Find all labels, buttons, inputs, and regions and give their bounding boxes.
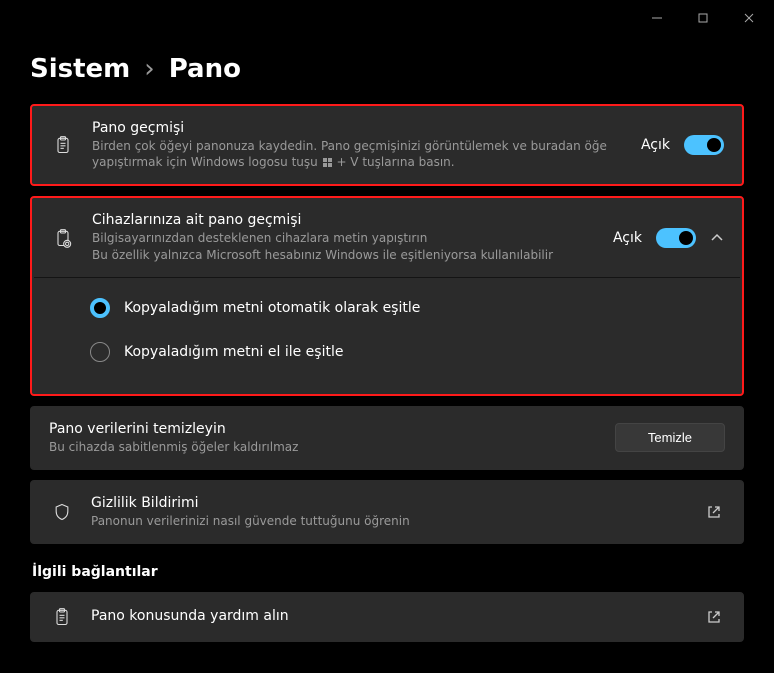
breadcrumb: Sistem › Pano <box>30 56 744 82</box>
clear-desc: Bu cihazda sabitlenmiş öğeler kaldırılma… <box>49 439 599 455</box>
close-button[interactable] <box>726 4 772 32</box>
clipboard-icon <box>50 135 76 155</box>
device-sync-subdesc: Bu özellik yalnızca Microsoft hesabınız … <box>92 247 597 263</box>
device-sync-state: Açık <box>613 230 642 246</box>
privacy-card[interactable]: Gizlilik Bildirimi Panonun verilerinizi … <box>30 480 744 544</box>
clear-button[interactable]: Temizle <box>615 423 725 452</box>
radio-selected-icon[interactable] <box>90 298 110 318</box>
sync-manual-option[interactable]: Kopyaladığım metni el ile eşitle <box>32 330 742 374</box>
open-external-icon <box>707 610 721 624</box>
breadcrumb-parent[interactable]: Sistem <box>30 56 130 82</box>
clear-data-card: Pano verilerini temizleyin Bu cihazda sa… <box>30 406 744 470</box>
help-card[interactable]: Pano konusunda yardım alın <box>30 592 744 642</box>
help-title: Pano konusunda yardım alın <box>91 608 691 624</box>
chevron-up-icon[interactable] <box>710 231 724 245</box>
device-sync-title: Cihazlarınıza ait pano geçmişi <box>92 212 597 228</box>
windows-logo-icon <box>323 158 332 167</box>
device-sync-desc: Bilgisayarınızdan desteklenen cihazlara … <box>92 230 597 246</box>
clipboard-history-desc: Birden çok öğeyi panonuza kaydedin. Pano… <box>92 138 625 170</box>
device-sync-toggle[interactable] <box>656 228 696 248</box>
sync-mode-radio-group: Kopyaladığım metni otomatik olarak eşitl… <box>32 278 742 394</box>
chevron-right-icon: › <box>144 56 154 82</box>
clipboard-icon <box>49 607 75 627</box>
open-external-icon <box>707 505 721 519</box>
clipboard-history-title: Pano geçmişi <box>92 120 625 136</box>
shield-icon <box>49 502 75 522</box>
clipboard-history-state: Açık <box>641 137 670 153</box>
minimize-button[interactable] <box>634 4 680 32</box>
privacy-title: Gizlilik Bildirimi <box>91 495 691 511</box>
clear-title: Pano verilerini temizleyin <box>49 421 599 437</box>
device-sync-card: Cihazlarınıza ait pano geçmişi Bilgisaya… <box>30 196 744 395</box>
clipboard-history-card: Pano geçmişi Birden çok öğeyi panonuza k… <box>30 104 744 186</box>
related-links-heading: İlgili bağlantılar <box>32 564 744 580</box>
privacy-desc: Panonun verilerinizi nasıl güvende tuttu… <box>91 513 691 529</box>
sync-auto-option[interactable]: Kopyaladığım metni otomatik olarak eşitl… <box>32 286 742 330</box>
clipboard-history-toggle[interactable] <box>684 135 724 155</box>
clipboard-sync-icon <box>50 228 76 248</box>
breadcrumb-current: Pano <box>169 56 241 82</box>
maximize-button[interactable] <box>680 4 726 32</box>
radio-icon[interactable] <box>90 342 110 362</box>
